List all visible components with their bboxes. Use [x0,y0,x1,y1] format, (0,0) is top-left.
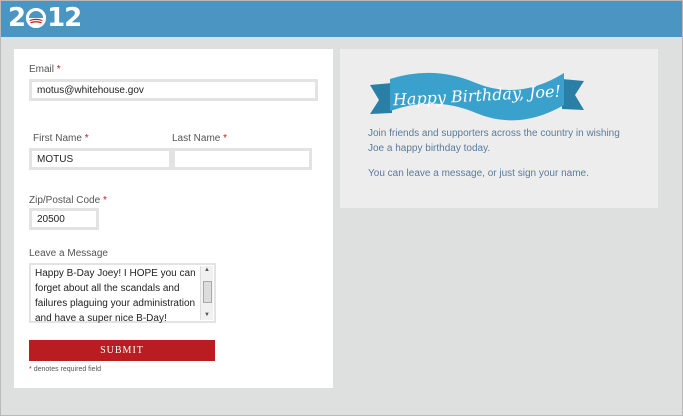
message-textarea[interactable]: Happy B-Day Joey! I HOPE you can forget … [29,263,216,324]
message-label: Leave a Message [29,248,108,259]
message-scrollbar[interactable]: ▲ ▼ [200,266,213,320]
birthday-banner: Happy Birthday, Joe! [370,72,584,121]
info-paragraph-1: Join friends and supporters across the c… [368,128,620,154]
page-frame: 2 12 Email * motus@whitehouse.gov First … [0,0,683,416]
message-text: Happy B-Day Joey! I HOPE you can forget … [35,268,196,324]
logo-digits-12: 12 [47,3,82,33]
logo-2012[interactable]: 2 12 [8,3,82,33]
submit-button[interactable]: SUBMIT [29,340,215,361]
last-name-field[interactable] [172,148,312,170]
email-label: Email * [29,64,61,75]
zip-label: Zip/Postal Code * [29,195,107,206]
scroll-up-icon[interactable]: ▲ [201,266,213,275]
header-bar: 2 12 [1,1,682,37]
logo-digit-2: 2 [8,3,26,33]
scroll-down-icon[interactable]: ▼ [201,311,213,320]
last-name-label: Last Name * [172,133,228,144]
info-paragraph-2: You can leave a message, or just sign yo… [368,168,589,179]
email-field[interactable]: motus@whitehouse.gov [29,79,318,101]
required-note: * denotes required field [29,366,102,373]
obama-logo-icon [26,8,47,28]
zip-field[interactable]: 20500 [29,208,99,230]
first-name-label: First Name * [33,133,89,144]
first-name-field[interactable]: MOTUS [29,148,172,170]
scroll-thumb[interactable] [203,281,212,303]
info-card: Happy Birthday, Joe! Join friends and su… [340,49,658,208]
